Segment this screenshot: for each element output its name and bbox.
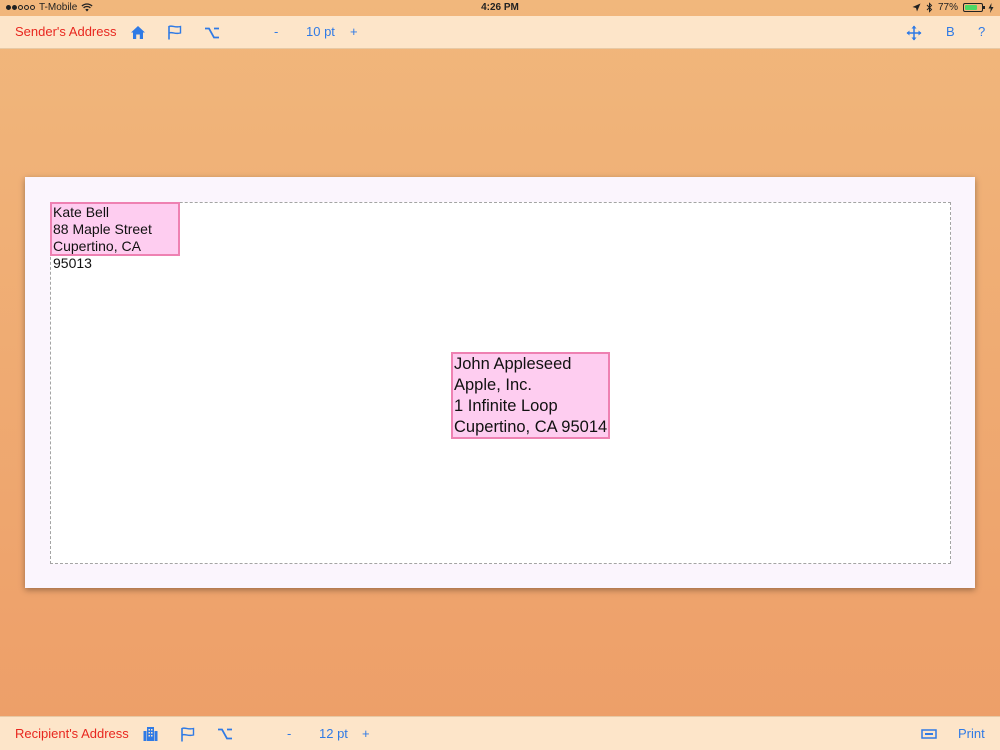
status-bar: T-Mobile 4:26 PM 77%	[0, 0, 1000, 16]
top-toolbar: Sender's Address - 10 pt + B ?	[0, 16, 1000, 49]
recipient-company: Apple, Inc.	[454, 376, 532, 394]
status-right: 77%	[912, 2, 994, 13]
battery-percent: 77%	[937, 2, 958, 13]
decrease-font-button[interactable]: -	[287, 718, 291, 750]
move-arrows-icon[interactable]	[906, 16, 922, 48]
senders-address-button[interactable]: Sender's Address	[15, 16, 117, 48]
font-size-value: 12 pt	[319, 725, 348, 741]
sender-name: Kate Bell	[53, 204, 110, 220]
flag-icon[interactable]	[167, 16, 182, 48]
font-size-value: 10 pt	[306, 24, 335, 39]
envelope: Kate Bell 88 Maple Street Cupertino, CA …	[25, 177, 975, 588]
status-time: 4:26 PM	[481, 2, 519, 13]
recipient-address-box[interactable]: John Appleseed Apple, Inc. 1 Infinite Lo…	[451, 352, 610, 439]
recipient-name: John Appleseed	[454, 355, 572, 373]
bottom-toolbar: Recipient's Address - 12 pt + Print	[0, 716, 1000, 750]
decrease-font-button[interactable]: -	[274, 16, 278, 48]
battery-icon	[963, 3, 985, 12]
option-key-icon[interactable]	[204, 16, 220, 48]
increase-font-button[interactable]: +	[362, 718, 370, 750]
bold-button[interactable]: B	[946, 16, 955, 48]
option-key-icon[interactable]	[217, 718, 233, 750]
help-button[interactable]: ?	[978, 16, 985, 48]
recipient-city: Cupertino, CA 95014	[454, 418, 608, 436]
bluetooth-icon	[926, 2, 933, 13]
building-icon[interactable]	[143, 718, 158, 750]
flag-icon[interactable]	[180, 718, 195, 750]
location-arrow-icon	[912, 3, 921, 12]
sender-address-box[interactable]: Kate Bell 88 Maple Street Cupertino, CA …	[50, 202, 180, 271]
sender-street: 88 Maple Street	[53, 221, 152, 237]
print-button[interactable]: Print	[958, 718, 985, 750]
recipients-address-button[interactable]: Recipient's Address	[15, 718, 129, 750]
charging-bolt-icon	[988, 2, 994, 13]
sender-city: Cupertino, CA 95013	[53, 238, 141, 271]
recipient-street: 1 Infinite Loop	[454, 397, 558, 415]
increase-font-button[interactable]: +	[350, 16, 358, 48]
envelope-size-icon[interactable]	[921, 718, 937, 750]
home-icon[interactable]	[130, 16, 146, 48]
